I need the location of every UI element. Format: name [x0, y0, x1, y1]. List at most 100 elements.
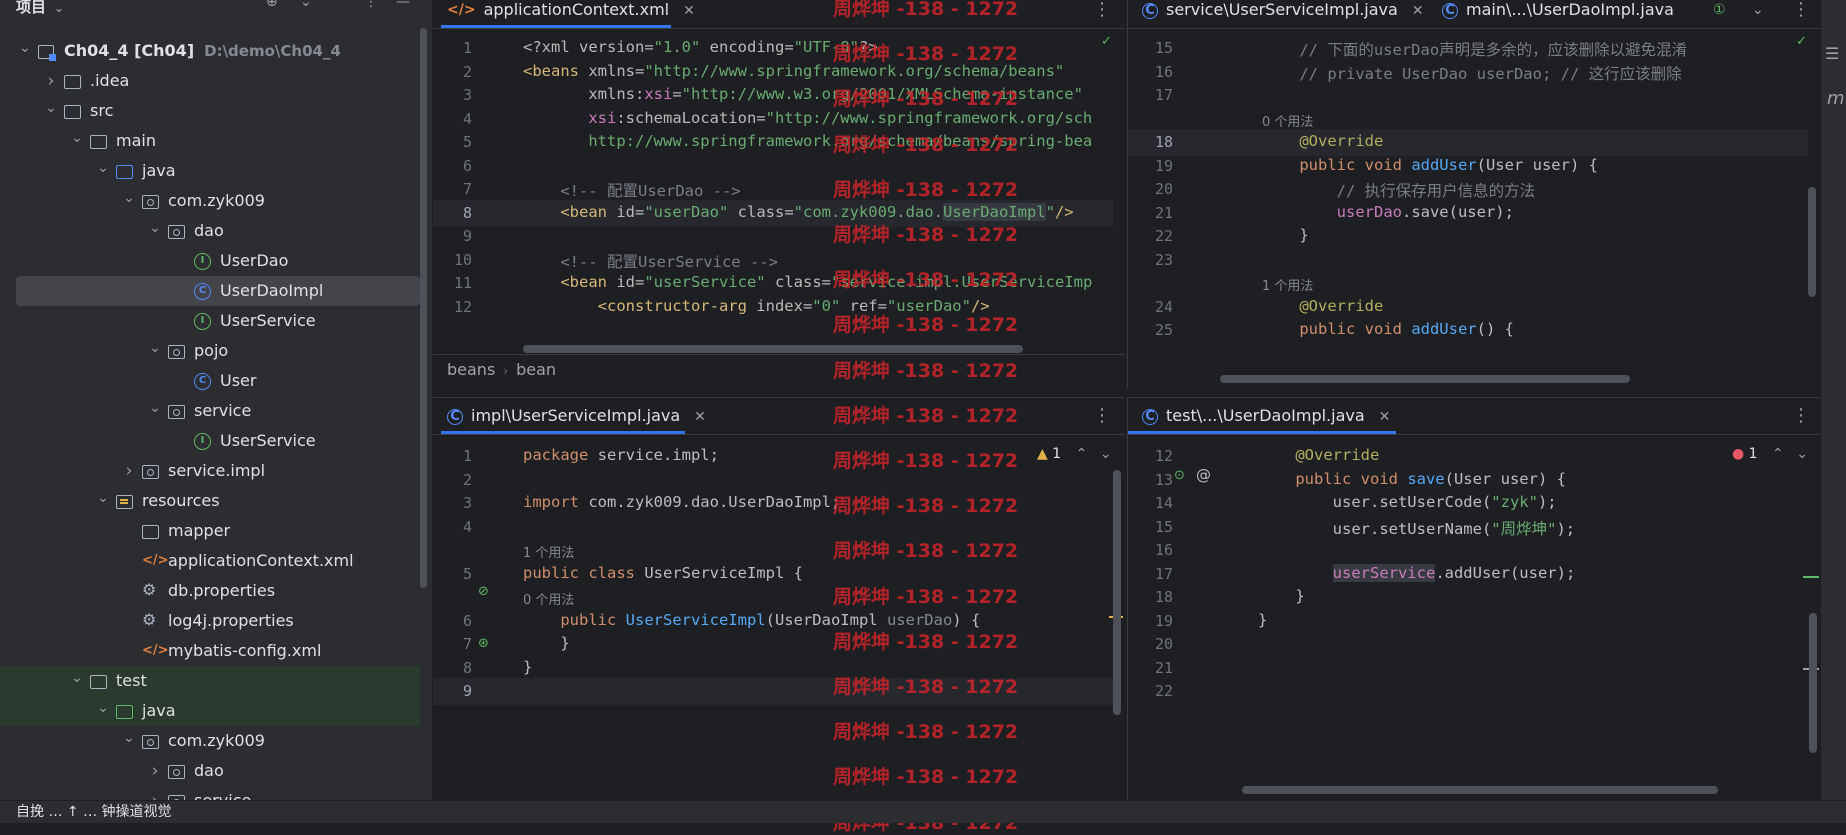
code-line[interactable]: } [523, 634, 569, 652]
implements-icon[interactable]: ⊙ [1174, 468, 1185, 483]
chevron-down-icon[interactable]: ⌄ [1796, 446, 1808, 462]
close-icon[interactable]: ✕ [694, 409, 706, 425]
tree-item-mapper[interactable]: mapper [0, 516, 420, 546]
code-line[interactable]: <!-- 配置UserDao --> [523, 179, 740, 201]
tree-item-pojo[interactable]: ⌄ pojo [0, 336, 420, 366]
tree-item-applicationcontext-xml[interactable]: </> applicationContext.xml [0, 546, 420, 576]
code-line[interactable]: // 下面的userDao声明是多余的，应该删除以避免混淆 [1262, 38, 1687, 60]
code-line[interactable]: } [523, 658, 532, 676]
code-line[interactable]: public class UserServiceImpl { [523, 564, 803, 582]
bean-icon[interactable]: ⊛ [478, 636, 489, 651]
usage-hint[interactable]: 1 个用法 [1262, 275, 1313, 294]
tree-item-service-impl[interactable]: › service.impl [0, 456, 420, 486]
breadcrumb-item-bean[interactable]: bean [516, 360, 556, 379]
code-line[interactable]: } [1258, 587, 1304, 605]
tree-item-dao[interactable]: › dao [0, 756, 420, 786]
tree-item-src[interactable]: ⌄ src [0, 96, 420, 126]
code-line[interactable]: public void addUser() { [1262, 320, 1514, 338]
inspection-widget[interactable]: ● 1 ⌃ ⌄ [1732, 446, 1808, 462]
chevron-down-icon[interactable]: ⌄ [1752, 0, 1764, 28]
chevron-down-icon[interactable]: ⌄ [96, 483, 110, 513]
chevron-down-icon[interactable]: ⌄ [148, 213, 162, 243]
code-line[interactable]: userDao.save(user); [1262, 203, 1514, 221]
code-line[interactable]: <!-- 配置UserService --> [523, 250, 778, 272]
tree-item-log4j-properties[interactable]: ⚙ log4j.properties [0, 606, 420, 636]
code-line[interactable]: // private UserDao userDao; // 这行应该删除 [1262, 62, 1681, 84]
tree-item-ch04-4-ch04[interactable]: ⌄ Ch04_4 [Ch04] D:\demo\Ch04_4 [0, 36, 420, 66]
tree-item-java[interactable]: ⌄ java [0, 696, 420, 726]
tab-user-dao-impl-main[interactable]: Cmain\...\UserDaoImpl.java [1442, 0, 1674, 28]
editor-menu-icon[interactable]: ⋮ [1792, 398, 1810, 434]
code-line[interactable]: @Override [1262, 132, 1383, 150]
chevron-down-icon[interactable]: ⌄ [122, 183, 136, 213]
tree-item-db-properties[interactable]: ⚙ db.properties [0, 576, 420, 606]
code-line[interactable]: @Override [1258, 446, 1379, 464]
tab-test-user-dao-impl[interactable]: Ctest\...\UserDaoImpl.java ✕ [1142, 398, 1390, 434]
chevron-right-icon[interactable]: › [122, 456, 136, 486]
chevron-right-icon[interactable]: › [148, 756, 162, 786]
horizontal-scrollbar[interactable] [1220, 375, 1630, 383]
chevron-down-icon[interactable]: ⌄ [70, 123, 84, 153]
tree-item-main[interactable]: ⌄ main [0, 126, 420, 156]
inspection-widget[interactable]: ▲ 1 ⌃ ⌄ [1037, 446, 1112, 462]
sidebar-scrollbar[interactable] [420, 28, 427, 588]
close-icon[interactable]: ✕ [1379, 409, 1391, 425]
tab-application-context[interactable]: </> applicationContext.xml ✕ [447, 0, 695, 28]
horizontal-scrollbar[interactable] [1242, 786, 1718, 794]
code-line[interactable]: } [1262, 226, 1308, 244]
tab-impl-user-service-impl[interactable]: Cimpl\UserServiceImpl.java ✕ [447, 398, 706, 434]
tree-item-mybatis-config-xml[interactable]: </> mybatis-config.xml [0, 636, 420, 666]
chevron-down-icon[interactable]: ⌄ [70, 663, 84, 693]
code-line[interactable]: package service.impl; [523, 446, 719, 464]
chevron-down-icon[interactable]: ⌄ [18, 33, 32, 63]
expand-icon[interactable]: ⌄ [300, 0, 312, 10]
locate-icon[interactable]: ⊕ [266, 0, 278, 10]
vertical-scrollbar[interactable] [1809, 613, 1817, 753]
tree-item-dao[interactable]: ⌄ dao [0, 216, 420, 246]
vertical-scrollbar[interactable] [1808, 187, 1816, 297]
tree-item-userdaoimpl[interactable]: C UserDaoImpl [0, 276, 420, 306]
tree-item-resources[interactable]: ⌄ resources [0, 486, 420, 516]
tree-item-com-zyk009[interactable]: ⌄ com.zyk009 [0, 726, 420, 756]
editor-menu-icon[interactable]: ⋮ [1792, 0, 1810, 28]
tab-user-service-impl[interactable]: Cservice\UserServiceImpl.java ✕ [1142, 0, 1424, 28]
code-line[interactable]: @Override [1262, 297, 1383, 315]
horizontal-scrollbar[interactable] [523, 345, 1023, 353]
chevron-down-icon[interactable]: ⌄ [44, 93, 58, 123]
chevron-right-icon[interactable]: › [44, 66, 58, 96]
maven-icon[interactable]: m [1827, 88, 1845, 109]
chevron-down-icon[interactable]: ⌄ [96, 153, 110, 183]
tree-item-userservice[interactable]: I UserService [0, 426, 420, 456]
code-line[interactable]: public UserServiceImpl(UserDaoImpl userD… [523, 611, 980, 629]
usage-hint[interactable]: 1 个用法 [523, 542, 574, 561]
code-line[interactable]: public void addUser(User user) { [1262, 156, 1598, 174]
code-line[interactable]: <bean id="userDao" class="com.zyk009.dao… [523, 202, 1074, 221]
run-icon[interactable]: ① [1713, 0, 1726, 28]
chevron-down-icon[interactable]: ⌄ [148, 333, 162, 363]
code-line[interactable]: import com.zyk009.dao.UserDaoImpl; [523, 493, 840, 511]
hide-icon[interactable]: — [396, 0, 410, 10]
database-icon[interactable]: ☰ [1825, 44, 1839, 63]
editor-menu-icon[interactable]: ⋮ [1093, 398, 1111, 434]
tree-item-test[interactable]: ⌄ test [0, 666, 420, 696]
code-line[interactable]: user.setUserCode("zyk"); [1258, 493, 1557, 511]
vertical-scrollbar[interactable] [1113, 470, 1121, 715]
options-icon[interactable]: ⋮ [364, 0, 378, 10]
code-line[interactable]: userService.addUser(user); [1258, 563, 1575, 582]
chevron-down-icon[interactable]: ⌄ [122, 723, 136, 753]
code-line[interactable]: public void save(User user) { [1258, 470, 1566, 488]
tree-item-idea[interactable]: › .idea [0, 66, 420, 96]
chevron-down-icon[interactable]: ⌄ [1100, 446, 1112, 462]
editor-menu-icon[interactable]: ⋮ [1093, 0, 1111, 28]
collapse-icon[interactable]: ⌃ [333, 0, 345, 10]
implements-icon[interactable]: ⊘ [478, 584, 489, 599]
chevron-down-icon[interactable]: ⌄ [96, 693, 110, 723]
tree-item-service[interactable]: ⌄ service [0, 396, 420, 426]
tree-item-java[interactable]: ⌄ java [0, 156, 420, 186]
close-icon[interactable]: ✕ [1412, 3, 1424, 19]
chevron-up-icon[interactable]: ⌃ [1076, 446, 1088, 462]
code-line[interactable]: <?xml version="1.0" encoding="UTF-8"?> [523, 38, 878, 56]
chevron-up-icon[interactable]: ⌃ [1772, 446, 1784, 462]
usage-hint[interactable]: 0 个用法 [1262, 111, 1313, 130]
code-line[interactable]: // 执行保存用户信息的方法 [1262, 179, 1536, 201]
